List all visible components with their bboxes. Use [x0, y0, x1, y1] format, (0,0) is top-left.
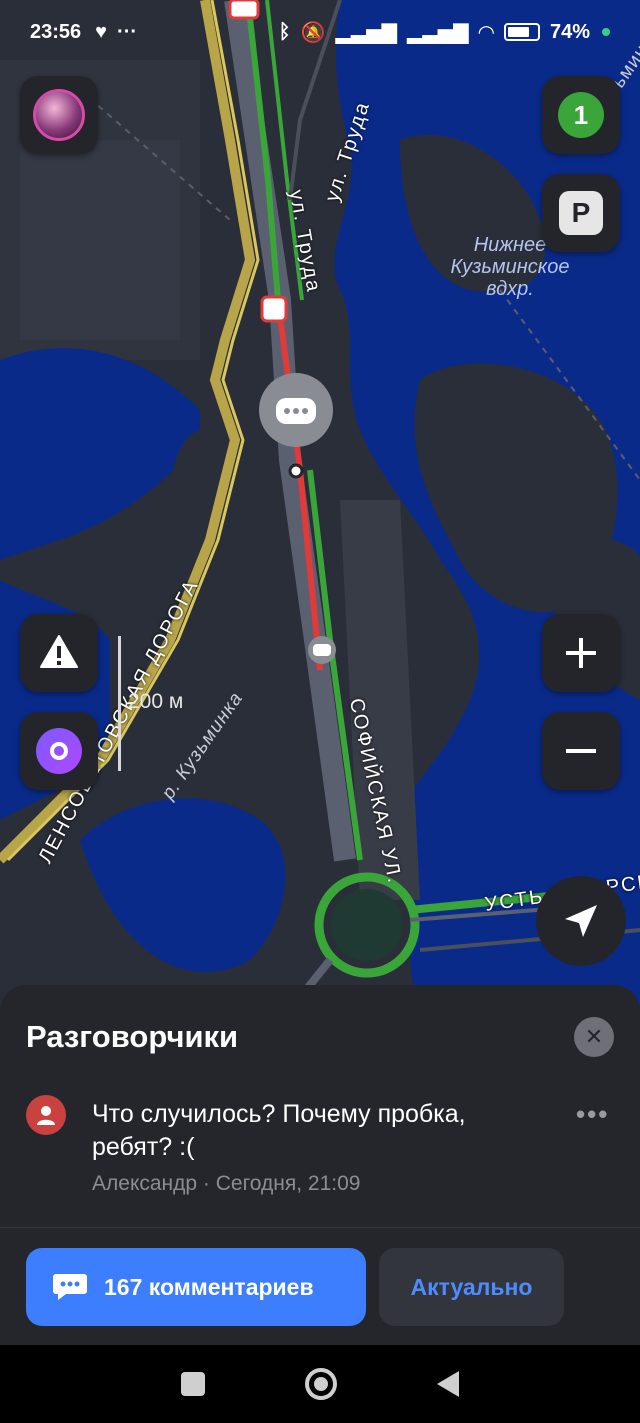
comment-meta: Александр · Сегодня, 21:09 — [92, 1172, 361, 1195]
parking-icon: P — [559, 191, 603, 235]
mute-icon: 🔕 — [300, 21, 326, 44]
map-scale-label: 200 м — [128, 690, 184, 713]
alice-assistant-button[interactable] — [20, 712, 98, 790]
reservoir-label-line3: вдхр. — [486, 278, 534, 300]
close-button[interactable]: ✕ — [574, 1017, 614, 1057]
bluetooth-icon: ᛒ — [278, 20, 291, 43]
alice-icon — [36, 728, 82, 774]
user-avatar-icon — [26, 1095, 66, 1135]
divider — [0, 1227, 640, 1228]
avatar — [33, 89, 85, 141]
actual-button[interactable]: Актуально — [379, 1248, 564, 1326]
home-button[interactable] — [305, 1368, 337, 1400]
actual-button-label: Актуально — [410, 1273, 533, 1300]
recents-button[interactable] — [181, 1372, 205, 1396]
zoom-in-button[interactable] — [542, 614, 620, 692]
more-dots-icon: ••• — [576, 1099, 610, 1129]
status-time: 23:56 — [30, 20, 82, 43]
minus-icon — [566, 749, 596, 753]
map-canvas — [0, 0, 640, 1010]
wifi-icon: ◠ — [478, 21, 494, 44]
zoom-out-button[interactable] — [542, 712, 620, 790]
home-icon — [314, 1377, 328, 1391]
reservoir-label-line2: Кузьминское — [450, 256, 570, 278]
report-incident-button[interactable] — [20, 614, 98, 692]
more-dots-icon: ··· — [117, 20, 138, 43]
privacy-dot-icon — [602, 28, 610, 36]
heart-icon: ♥ — [95, 20, 108, 43]
sheet-title: Разговорчики — [26, 1019, 239, 1054]
comments-sheet: Разговорчики ✕ Что случилось? Почему про… — [0, 985, 640, 1345]
map-scale-bar — [118, 636, 121, 771]
status-bar: 23:56 ♥ ··· ᛒ 🔕 ▂▃▅▇ ▂▃▅▇ ◠ 74% — [0, 0, 640, 64]
profile-button[interactable] — [20, 76, 98, 154]
comments-button[interactable]: 167 комментариев — [26, 1248, 366, 1326]
battery-icon — [503, 23, 540, 41]
back-button[interactable] — [437, 1371, 459, 1397]
navigation-arrow-icon — [565, 905, 597, 937]
signal-icon: ▂▃▅▇ — [407, 21, 469, 44]
battery-label: 74% — [549, 20, 590, 43]
traffic-button[interactable]: 1 — [542, 76, 620, 154]
map-view[interactable]: ул. Труда ул. Труда р. Кузьминка Нижнее … — [0, 0, 640, 1010]
close-icon: ✕ — [584, 1024, 604, 1049]
comments-button-label: 167 комментариев — [104, 1273, 314, 1300]
warning-triangle-icon — [40, 635, 78, 668]
parking-button[interactable]: P — [542, 174, 620, 252]
traffic-level-badge: 1 — [558, 92, 604, 138]
plus-icon — [566, 638, 596, 668]
chat-bubble-icon — [53, 1274, 87, 1300]
system-nav-bar — [0, 1345, 640, 1423]
signal-icon: ▂▃▅▇ — [335, 21, 398, 44]
comment-text: Что случилось? Почему пробка, ребят? :( — [92, 1100, 466, 1161]
my-location-button[interactable] — [536, 876, 626, 966]
comment-more-button[interactable]: ••• — [576, 1099, 609, 1130]
